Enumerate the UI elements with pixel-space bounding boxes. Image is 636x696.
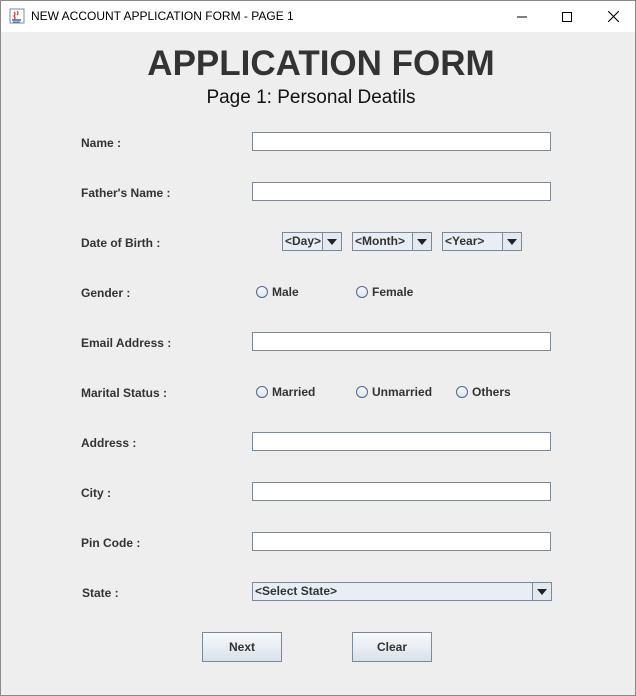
address-label: Address :	[81, 436, 137, 450]
city-input[interactable]	[252, 482, 551, 501]
father-name-label: Father's Name :	[81, 186, 171, 200]
form-subtitle: Page 1: Personal Deatils	[206, 87, 416, 108]
marital-unmarried-label: Unmarried	[372, 385, 433, 399]
form-title: APPLICATION FORM	[147, 44, 495, 83]
gender-male-radio[interactable]: Male	[256, 285, 299, 299]
year-dropdown-arrow[interactable]	[502, 232, 522, 251]
minimize-button[interactable]	[499, 1, 545, 32]
gender-label: Gender :	[81, 286, 131, 300]
month-combo[interactable]: <Month>	[352, 232, 432, 251]
email-input[interactable]	[252, 332, 551, 351]
java-app-icon	[9, 8, 25, 24]
dob-label: Date of Birth :	[81, 236, 161, 250]
marital-others-radio[interactable]: Others	[456, 385, 511, 399]
year-combo[interactable]: <Year>	[442, 232, 522, 251]
pin-code-label: Pin Code :	[81, 536, 141, 550]
month-combo-value: <Month>	[355, 234, 405, 248]
marital-unmarried-radio[interactable]: Unmarried	[356, 385, 432, 399]
minimize-icon	[517, 16, 527, 17]
gender-male-label: Male	[272, 285, 299, 299]
radio-button-icon[interactable]	[356, 286, 368, 298]
radio-button-icon[interactable]	[256, 286, 268, 298]
application-window: NEW ACCOUNT APPLICATION FORM - PAGE 1 AP…	[0, 0, 636, 696]
name-input[interactable]	[252, 132, 551, 151]
radio-button-icon[interactable]	[456, 386, 468, 398]
marital-married-radio[interactable]: Married	[256, 385, 315, 399]
title-bar[interactable]: NEW ACCOUNT APPLICATION FORM - PAGE 1	[1, 1, 635, 32]
state-dropdown-arrow[interactable]	[532, 582, 552, 601]
close-button[interactable]	[590, 1, 636, 32]
marital-status-label: Marital Status :	[81, 386, 168, 400]
window-title: NEW ACCOUNT APPLICATION FORM - PAGE 1	[31, 9, 294, 23]
month-dropdown-arrow[interactable]	[412, 232, 432, 251]
radio-button-icon[interactable]	[356, 386, 368, 398]
city-label: City :	[81, 486, 111, 500]
radio-button-icon[interactable]	[256, 386, 268, 398]
chevron-down-icon	[537, 588, 547, 595]
chevron-down-icon	[327, 238, 337, 245]
father-name-input[interactable]	[252, 182, 551, 201]
chevron-down-icon	[417, 238, 427, 245]
marital-married-label: Married	[272, 385, 316, 399]
state-combo-value: <Select State>	[255, 584, 338, 598]
day-combo-value: <Day>	[285, 234, 322, 248]
name-label: Name :	[81, 136, 122, 150]
gender-female-label: Female	[372, 285, 414, 299]
maximize-icon	[562, 11, 572, 22]
address-input[interactable]	[252, 432, 551, 451]
pin-code-input[interactable]	[252, 532, 551, 551]
form-panel: APPLICATION FORM Page 1: Personal Deatil…	[1, 32, 635, 695]
marital-others-label: Others	[472, 385, 511, 399]
day-dropdown-arrow[interactable]	[322, 232, 342, 251]
state-combo[interactable]: <Select State>	[252, 582, 552, 601]
chevron-down-icon	[507, 238, 517, 245]
clear-button[interactable]: Clear	[352, 632, 432, 662]
year-combo-value: <Year>	[445, 234, 485, 248]
gender-female-radio[interactable]: Female	[356, 285, 413, 299]
state-label: State :	[82, 586, 119, 600]
next-button[interactable]: Next	[202, 632, 282, 662]
close-icon	[607, 11, 619, 22]
day-combo[interactable]: <Day>	[282, 232, 342, 251]
maximize-button[interactable]	[544, 1, 590, 32]
email-label: Email Address :	[81, 336, 172, 350]
